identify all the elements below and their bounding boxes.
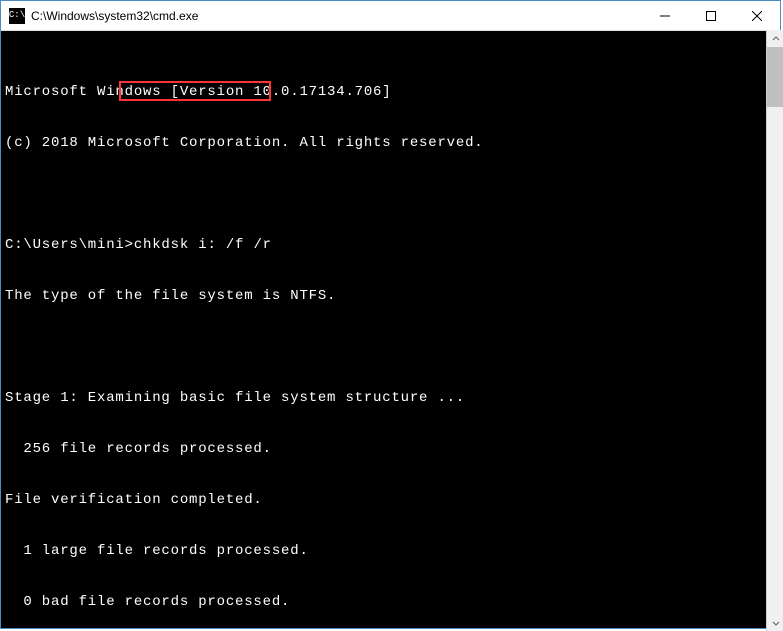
titlebar[interactable]: C:\ C:\Windows\system32\cmd.exe <box>1 1 780 31</box>
scrollbar-up-button[interactable] <box>767 30 783 47</box>
vertical-scrollbar[interactable] <box>766 30 783 631</box>
output-line: The type of the file system is NTFS. <box>5 288 776 305</box>
close-icon <box>752 11 762 21</box>
maximize-icon <box>706 11 716 21</box>
output-line: 1 large file records processed. <box>5 543 776 560</box>
scrollbar-thumb[interactable] <box>767 47 783 107</box>
cmd-icon: C:\ <box>9 8 25 24</box>
window-title: C:\Windows\system32\cmd.exe <box>31 9 642 23</box>
output-line <box>5 339 776 356</box>
scrollbar-down-button[interactable] <box>767 614 783 631</box>
minimize-button[interactable] <box>642 1 688 31</box>
output-line: File verification completed. <box>5 492 776 509</box>
output-line <box>5 186 776 203</box>
prompt-line: C:\Users\mini>chkdsk i: /f /r <box>5 237 776 254</box>
output-line: Stage 1: Examining basic file system str… <box>5 390 776 407</box>
window-controls <box>642 1 780 30</box>
output-line: 256 file records processed. <box>5 441 776 458</box>
minimize-icon <box>660 11 670 21</box>
prompt-path: C:\Users\mini> <box>5 237 134 253</box>
close-button[interactable] <box>734 1 780 31</box>
chevron-up-icon <box>772 35 780 43</box>
terminal-area[interactable]: Microsoft Windows [Version 10.0.17134.70… <box>1 31 780 628</box>
output-line: Microsoft Windows [Version 10.0.17134.70… <box>5 84 776 101</box>
cmd-icon-glyph: C:\ <box>9 11 25 20</box>
chevron-down-icon <box>772 619 780 627</box>
typed-command: chkdsk i: /f /r <box>134 237 272 253</box>
output-line: 0 bad file records processed. <box>5 594 776 611</box>
maximize-button[interactable] <box>688 1 734 31</box>
output-line: (c) 2018 Microsoft Corporation. All righ… <box>5 135 776 152</box>
cmd-window: C:\ C:\Windows\system32\cmd.exe Microsof… <box>0 0 781 629</box>
